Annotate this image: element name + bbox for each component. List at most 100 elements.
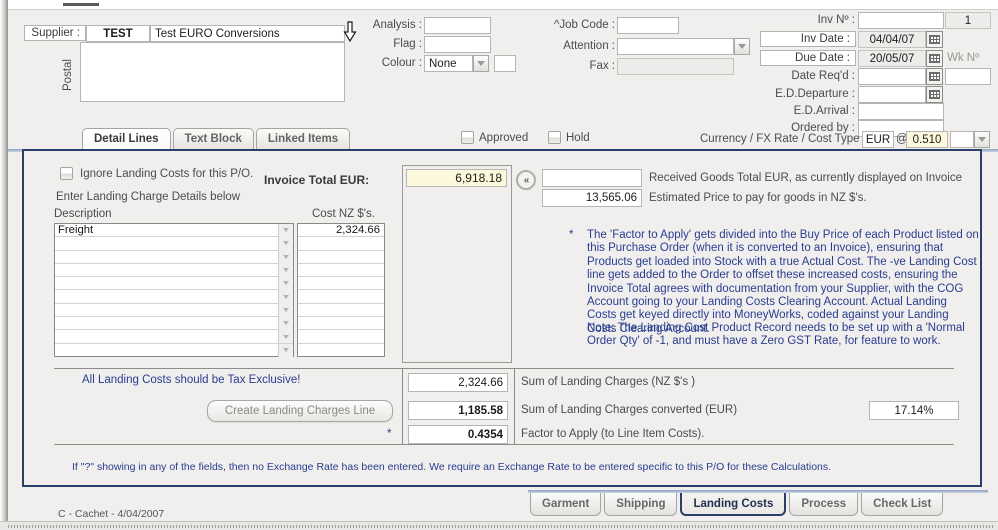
collapse-left-button[interactable]: « <box>516 170 536 190</box>
row-chevron-down-icon[interactable] <box>278 223 293 237</box>
colour-extra-field[interactable] <box>494 55 516 72</box>
ed-departure-field[interactable] <box>858 86 926 103</box>
invoice-total-label: Invoice Total EUR: <box>264 173 370 187</box>
week-no-field[interactable] <box>945 68 991 85</box>
landing-costs-panel: Ignore Landing Costs for this P/O. Enter… <box>22 149 982 487</box>
application-window: Supplier : TEST Test EURO Conversions Po… <box>0 0 998 530</box>
ignore-landing-costs-checkbox[interactable] <box>60 167 73 180</box>
tab-text-block[interactable]: Text Block <box>172 128 254 149</box>
tab-linked-items[interactable]: Linked Items <box>255 128 351 149</box>
cost-type-field[interactable] <box>950 131 974 148</box>
supplier-name-field[interactable]: Test EURO Conversions <box>150 25 345 42</box>
list-item[interactable] <box>55 236 293 251</box>
hold-checkbox[interactable] <box>548 131 561 144</box>
list-item[interactable] <box>55 329 293 344</box>
inv-no-field[interactable] <box>858 12 944 29</box>
cost-cell[interactable] <box>298 290 384 304</box>
attention-field[interactable] <box>617 38 734 55</box>
inv-date-field[interactable]: 04/04/07 <box>858 31 926 48</box>
received-goods-total-field[interactable] <box>542 169 642 187</box>
date-reqd-field[interactable] <box>858 68 926 85</box>
tab-check-list[interactable]: Check List <box>861 493 944 516</box>
window-bottom-texture <box>8 525 994 528</box>
list-item[interactable] <box>55 316 293 331</box>
due-date-calendar-icon[interactable] <box>926 50 943 67</box>
list-item[interactable]: Freight <box>55 223 293 238</box>
ignore-landing-costs-label: Ignore Landing Costs for this P/O. <box>80 168 254 180</box>
list-item[interactable] <box>55 250 293 264</box>
cost-cell[interactable] <box>298 317 384 331</box>
tab-landing-costs[interactable]: Landing Costs <box>680 493 787 516</box>
row-chevron-down-icon[interactable] <box>278 303 293 317</box>
window-bottom-edge <box>0 521 998 530</box>
tab-garment[interactable]: Garment <box>530 493 602 516</box>
footer-note: C - Cachet - 4/04/2007 <box>58 508 165 520</box>
exchange-rate-warning: If "?" showing in any of the fields, the… <box>72 461 832 473</box>
landing-charge-cost-grid[interactable]: 2,324.66 <box>297 223 385 357</box>
cost-cell[interactable] <box>298 237 384 251</box>
info-bullet-asterisk: * <box>569 229 574 241</box>
invoice-total-field[interactable]: 6,918.18 <box>406 169 507 187</box>
due-date-field[interactable]: 20/05/07 <box>858 50 926 67</box>
list-item[interactable] <box>55 343 293 357</box>
list-item[interactable] <box>55 263 293 278</box>
attention-chevron-down-icon[interactable] <box>734 38 750 55</box>
description-cell[interactable]: Freight <box>55 224 278 236</box>
tab-detail-lines[interactable]: Detail Lines <box>82 128 171 149</box>
cursor-down-arrow-icon <box>343 21 357 43</box>
fx-rate-field[interactable]: 0.510 <box>906 131 948 148</box>
cost-cell[interactable] <box>298 304 384 318</box>
inv-date-calendar-icon[interactable] <box>926 31 943 48</box>
colour-select-value[interactable]: None <box>424 55 473 72</box>
row-chevron-down-icon[interactable] <box>278 263 293 277</box>
job-code-field[interactable] <box>617 17 679 34</box>
colour-chevron-down-icon[interactable] <box>473 55 489 72</box>
estimated-price-field[interactable]: 13,565.06 <box>542 189 642 207</box>
tab-shipping[interactable]: Shipping <box>604 493 678 516</box>
fax-field[interactable] <box>617 58 734 75</box>
list-item[interactable] <box>55 276 293 291</box>
cost-type-chevron-down-icon[interactable] <box>974 131 990 148</box>
ed-departure-calendar-icon[interactable] <box>926 86 943 103</box>
tab-process[interactable]: Process <box>789 493 859 516</box>
enter-details-label: Enter Landing Charge Details below <box>56 191 241 203</box>
currency-code-field[interactable]: EUR <box>862 131 894 148</box>
row-chevron-down-icon[interactable] <box>278 316 293 330</box>
date-reqd-label: Date Req'd : <box>791 70 855 82</box>
inv-no-label: Inv Nº : <box>817 14 855 26</box>
row-chevron-down-icon[interactable] <box>278 329 293 344</box>
cost-cell[interactable] <box>298 264 384 278</box>
info-note: Note: The Landing Cost Product Record ne… <box>587 322 965 348</box>
analysis-label: Analysis : <box>372 19 422 31</box>
list-item[interactable] <box>55 290 293 304</box>
create-landing-charges-line-button[interactable]: Create Landing Charges Line <box>207 400 393 422</box>
row-chevron-down-icon[interactable] <box>278 236 293 251</box>
cost-cell[interactable] <box>298 344 384 357</box>
estimated-price-label: Estimated Price to pay for goods in NZ $… <box>649 192 867 204</box>
summary-divider-right <box>514 368 515 444</box>
ed-arrival-field[interactable] <box>858 103 944 120</box>
approved-checkbox[interactable] <box>461 131 474 144</box>
flag-label: Flag : <box>393 38 422 50</box>
row-chevron-down-icon[interactable] <box>278 276 293 290</box>
list-item[interactable] <box>55 303 293 318</box>
row-chevron-down-icon[interactable] <box>278 290 293 304</box>
cost-cell[interactable] <box>298 277 384 291</box>
row-chevron-down-icon[interactable] <box>278 250 293 264</box>
cost-cell[interactable] <box>298 251 384 264</box>
tax-exclusive-note: All Landing Costs should be Tax Exclusiv… <box>82 374 301 386</box>
landing-charge-description-grid[interactable]: Freight <box>54 223 294 357</box>
colour-label: Colour : <box>381 57 422 69</box>
postal-address-field[interactable] <box>80 42 345 102</box>
summary-divider-bottom <box>54 444 954 445</box>
supplier-code-field[interactable]: TEST <box>86 25 150 42</box>
flag-field[interactable] <box>424 36 491 53</box>
row-chevron-down-icon[interactable] <box>278 343 293 357</box>
analysis-field[interactable] <box>424 17 491 34</box>
cost-cell[interactable] <box>298 330 384 344</box>
invoice-total-frame <box>402 165 512 363</box>
currency-fx-label: Currency / FX Rate / Cost Type : <box>700 133 866 145</box>
date-reqd-calendar-icon[interactable] <box>926 68 943 85</box>
sum-landing-charges-eur-label: Sum of Landing Charges converted (EUR) <box>521 404 738 416</box>
cost-cell[interactable]: 2,324.66 <box>298 224 384 238</box>
